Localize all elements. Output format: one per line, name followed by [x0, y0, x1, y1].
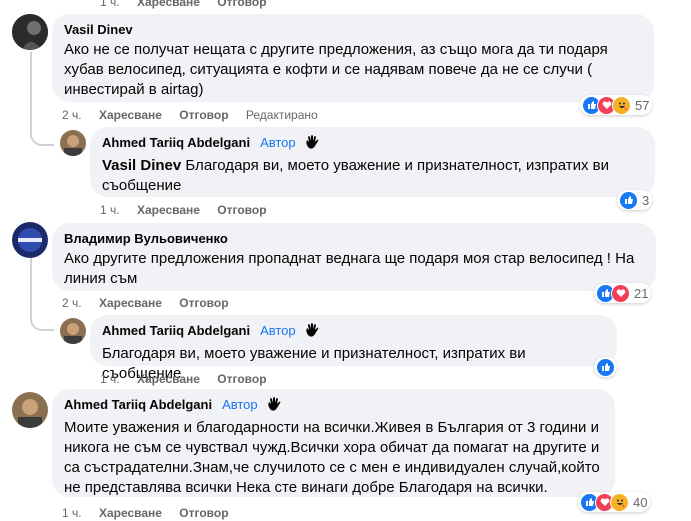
commenter-name[interactable]: Ahmed Tariiq Abdelgani [102, 135, 250, 150]
comment-time[interactable]: 2 ч. [62, 296, 82, 310]
reply-button[interactable]: Отговор [179, 296, 228, 310]
love-icon [611, 283, 630, 303]
like-button[interactable]: Харесване [137, 0, 200, 9]
reaction-count: 40 [633, 494, 648, 510]
comment-bubble: Ahmed Tariiq Abdelgani Автор Моите уважен… [52, 389, 615, 497]
reaction-count: 57 [635, 97, 650, 113]
profile-photo-icon [60, 318, 86, 344]
avatar[interactable] [12, 222, 48, 258]
reaction-summary[interactable]: 40 [578, 492, 651, 512]
wave-icon [304, 322, 320, 342]
like-button[interactable]: Харесване [137, 203, 200, 217]
profile-photo-icon [12, 392, 48, 428]
author-badge: Автор [260, 135, 296, 150]
comment-actions: 1 ч. Харесване Отговор [100, 202, 281, 218]
avatar[interactable] [60, 130, 86, 156]
avatar[interactable] [60, 318, 86, 344]
commenter-name[interactable]: Ahmed Tariiq Abdelgani [64, 397, 212, 412]
comment-time[interactable]: 1 ч. [100, 203, 120, 217]
haha-icon [612, 95, 631, 115]
comment-bubble: Vasil Dinev Ако не се получат нещата с д… [52, 14, 654, 102]
commenter-name[interactable]: Владимир Вульовиченко [64, 230, 644, 247]
reaction-summary[interactable]: 21 [594, 283, 652, 303]
mention-link[interactable]: Vasil Dinev [102, 157, 181, 174]
wave-icon [304, 134, 320, 154]
comment-time[interactable]: 1 ч. [100, 0, 120, 9]
comment-text: Моите уважения и благодарности на всички… [64, 419, 600, 496]
commenter-name[interactable]: Vasil Dinev [64, 21, 642, 38]
comment-bubble: Ahmed Tariiq Abdelgani Автор Благодаря ви… [90, 315, 617, 382]
reaction-summary[interactable] [594, 357, 617, 377]
commenter-name[interactable]: Ahmed Tariiq Abdelgani [102, 323, 250, 338]
reaction-summary[interactable]: 3 [617, 190, 653, 210]
comment-time[interactable]: 2 ч. [62, 108, 82, 122]
reaction-summary[interactable]: 57 [580, 95, 653, 115]
reply-button[interactable]: Отговор [217, 372, 266, 386]
reply-button[interactable]: Отговор [179, 506, 228, 520]
avatar[interactable] [12, 14, 48, 50]
author-badge: Автор [260, 323, 296, 338]
comment-bubble: Ahmed Tariiq Abdelgani Автор Vasil Dinev … [90, 127, 655, 197]
avatar[interactable] [12, 392, 48, 428]
like-icon [619, 190, 638, 210]
like-button[interactable]: Харесване [99, 506, 162, 520]
author-badge: Автор [222, 397, 258, 412]
thread-line [30, 252, 32, 312]
profile-photo-icon [60, 130, 86, 156]
comment-time[interactable]: 1 ч. [100, 372, 120, 386]
reply-button[interactable]: Отговор [179, 108, 228, 122]
edited-label[interactable]: Редактирано [246, 108, 318, 122]
comment-text: Ако не се получат нещата с другите предл… [64, 41, 608, 98]
thread-connector [30, 305, 54, 331]
comment-text: Ако другите предложения пропаднат веднаг… [64, 250, 635, 287]
comment-actions: 1 ч. Харесване Отговор [100, 371, 281, 387]
like-button[interactable]: Харесване [137, 372, 200, 386]
comment-time[interactable]: 1 ч. [62, 506, 82, 520]
reply-button[interactable]: Отговор [217, 0, 266, 9]
previous-comment-actions: 1 ч. Харесване Отговор [100, 0, 281, 10]
comment-actions: 1 ч. Харесване Отговор [62, 505, 243, 521]
reaction-count: 21 [634, 285, 649, 301]
like-icon [596, 357, 615, 377]
profile-photo-icon [12, 14, 48, 50]
comment-actions: 2 ч. Харесване Отговор [62, 295, 243, 311]
reaction-count: 3 [642, 192, 650, 208]
like-button[interactable]: Харесване [99, 296, 162, 310]
reply-button[interactable]: Отговор [217, 203, 266, 217]
thread-connector [30, 120, 54, 146]
profile-photo-icon [12, 222, 48, 258]
like-button[interactable]: Харесване [99, 108, 162, 122]
comment-bubble: Владимир Вульовиченко Ако другите предло… [52, 223, 656, 291]
haha-icon [610, 492, 629, 512]
comment-actions: 2 ч. Харесване Отговор Редактирано [62, 107, 332, 123]
wave-icon [266, 396, 282, 416]
